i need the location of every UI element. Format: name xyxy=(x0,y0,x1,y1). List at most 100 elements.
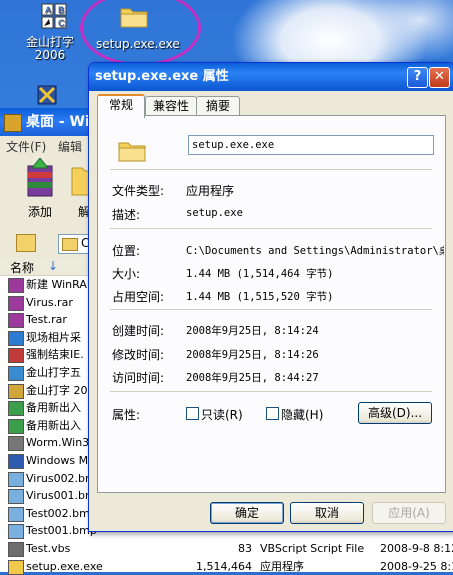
file-icon xyxy=(8,278,24,293)
file-name: 金山打字五 xyxy=(26,366,81,379)
winrar-icon xyxy=(4,114,22,132)
file-icon xyxy=(8,542,24,557)
file-name: 新建 WinRAR xyxy=(26,278,95,291)
properties-dialog: setup.exe.exe 属性 ? ✕ 常规 兼容性 摘要 文件类型: 应用程… xyxy=(88,62,453,532)
file-name: 备用新出入 xyxy=(26,401,81,415)
explorer-title: 桌面 - Wi xyxy=(26,114,90,130)
file-name: 金山打字 20 xyxy=(26,383,88,397)
field-label: 大小: xyxy=(112,267,141,281)
file-name: Test.vbs xyxy=(26,542,71,555)
file-icon xyxy=(8,454,24,469)
file-icon xyxy=(8,313,24,329)
file-name: Test001.bmp xyxy=(26,524,97,538)
file-name: Test002.bmp xyxy=(26,506,97,520)
desktop-icon-partial[interactable] xyxy=(36,84,58,106)
hidden-checkbox[interactable] xyxy=(266,407,279,420)
file-icon xyxy=(8,436,24,452)
field-label: 创建时间: xyxy=(112,324,165,338)
file-size: 83 xyxy=(238,542,252,555)
file-name: setup.exe.exe xyxy=(26,559,103,573)
highlight-circle xyxy=(80,0,201,66)
accessed-value: 2008年9月25日, 8:44:27 xyxy=(186,372,319,384)
up-folder-icon[interactable] xyxy=(16,234,36,252)
file-name: 现场相片采 xyxy=(26,330,81,344)
file-icon xyxy=(8,295,24,311)
attributes-label: 属性: xyxy=(112,408,141,422)
extract-button[interactable]: 解 xyxy=(70,158,90,224)
field-label: 文件类型: xyxy=(112,184,165,198)
general-tab-panel: 文件类型: 应用程序 描述: setup.exe 位置: C:\Document… xyxy=(97,115,446,493)
address-folder-icon xyxy=(62,238,78,251)
file-name: Worm.Win32 xyxy=(26,436,97,450)
list-item[interactable]: setup.exe.exe 1,514,464 应用程序 2008-9-25 8:1 xyxy=(0,558,453,575)
add-button[interactable]: 添加 xyxy=(20,157,60,224)
close-button[interactable]: ✕ xyxy=(429,67,450,88)
file-date: 2008-9-8 8:12 xyxy=(380,542,453,555)
file-name: Virus.rar xyxy=(26,295,73,309)
file-name: 强制结束IE. xyxy=(26,348,84,362)
winrar-book-icon xyxy=(37,85,57,105)
separator xyxy=(110,169,432,170)
file-type: VBScript Script File xyxy=(260,542,365,555)
file-date: 2008-9-25 8:1 xyxy=(380,559,453,573)
extract-folder-icon xyxy=(71,167,90,196)
field-label: 占用空间: xyxy=(112,290,165,304)
cancel-button[interactable]: 取消 xyxy=(290,502,364,524)
filename-field[interactable] xyxy=(188,135,434,155)
add-archive-icon xyxy=(27,157,53,197)
field-label: 描述: xyxy=(112,208,141,222)
file-type-value: 应用程序 xyxy=(186,184,235,198)
file-name: Test.rar xyxy=(26,313,67,327)
jinshan-typing-icon: A B C xyxy=(41,3,67,29)
file-icon xyxy=(8,524,24,540)
menu-edit[interactable]: 编辑 xyxy=(58,138,82,155)
file-icon xyxy=(8,471,24,487)
readonly-checkbox[interactable] xyxy=(186,407,199,420)
file-icon xyxy=(8,489,24,505)
add-button-label: 添加 xyxy=(27,205,52,219)
filename-input[interactable] xyxy=(189,136,431,154)
apply-button[interactable]: 应用(A) xyxy=(372,502,446,524)
separator xyxy=(110,309,432,310)
field-label: 修改时间: xyxy=(112,348,165,362)
file-icon xyxy=(8,366,24,381)
file-icon xyxy=(8,348,24,364)
file-folder-icon xyxy=(118,142,146,162)
file-name: 备用新出入 xyxy=(26,418,81,432)
extract-button-label: 解 xyxy=(78,205,90,219)
file-icon xyxy=(8,418,24,434)
separator xyxy=(110,228,432,229)
modified-value: 2008年9月25日, 8:14:26 xyxy=(186,349,319,361)
svg-text:C: C xyxy=(58,18,65,28)
svg-text:A: A xyxy=(45,5,51,15)
file-type: 应用程序 xyxy=(260,559,304,573)
advanced-button[interactable]: 高级(D)... xyxy=(358,402,432,424)
file-icon xyxy=(8,401,24,417)
dialog-title-bar[interactable]: setup.exe.exe 属性 ? ✕ xyxy=(89,63,453,91)
file-icon xyxy=(8,330,24,346)
tab-summary[interactable]: 摘要 xyxy=(196,96,240,116)
sort-arrow-icon: ↓ xyxy=(48,259,59,273)
file-icon xyxy=(8,383,24,399)
description-value: setup.exe xyxy=(186,207,243,219)
field-label: 访问时间: xyxy=(112,371,165,385)
help-button[interactable]: ? xyxy=(407,67,428,88)
menu-file[interactable]: 文件(F) xyxy=(6,138,46,155)
desktop-icon-label: 金山打字 2006 xyxy=(26,35,75,62)
column-header-name[interactable]: 名称 xyxy=(10,259,34,276)
tab-compatibility[interactable]: 兼容性 xyxy=(145,96,197,116)
tab-general[interactable]: 常规 xyxy=(97,94,145,118)
readonly-label[interactable]: 只读(R) xyxy=(201,406,243,423)
size-value: 1.44 MB (1,514,464 字节) xyxy=(186,268,334,280)
file-size: 1,514,464 xyxy=(196,559,252,573)
dialog-title: setup.exe.exe 属性 xyxy=(95,69,229,84)
field-label: 位置: xyxy=(112,244,141,258)
ok-button[interactable]: 确定 xyxy=(210,502,284,524)
file-icon xyxy=(8,506,24,522)
desktop-icon-jinshan[interactable]: A B C 金山打字 2006 xyxy=(26,2,82,62)
size-on-disk-value: 1.44 MB (1,515,520 字节) xyxy=(186,291,334,303)
hidden-label[interactable]: 隐藏(H) xyxy=(281,406,323,423)
file-icon xyxy=(8,559,24,575)
list-item[interactable]: Test.vbs 83 VBScript Script File 2008-9-8 8… xyxy=(0,540,453,557)
separator xyxy=(110,391,432,392)
